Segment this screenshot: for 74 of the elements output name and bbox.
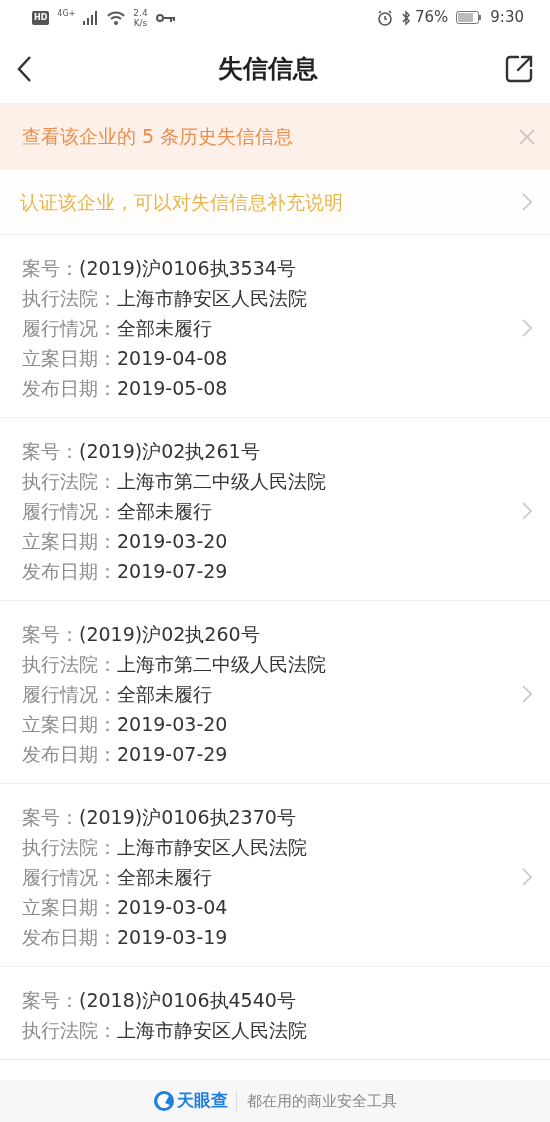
field-value: (2019)沪02执260号 [79, 623, 260, 645]
page-title: 失信信息 [218, 53, 318, 86]
chevron-right-icon [522, 193, 532, 211]
field-value: 2019-03-20 [117, 713, 228, 735]
time-label: 9:30 [490, 7, 524, 29]
field-label: 案号： [22, 440, 79, 462]
field-label: 执行法院： [22, 836, 117, 858]
chevron-right-icon [522, 868, 532, 886]
logo-icon [153, 1090, 175, 1112]
brand-name: 天眼查 [177, 1089, 228, 1113]
record-item[interactable]: 案号：(2019)沪0106执3534号 执行法院：上海市静安区人民法院 履行情况：全部未履行 立案日期：2019-04-08 发布日期：2019-05-08 [0, 235, 550, 418]
battery-icon [456, 11, 483, 24]
field-value: 全部未履行 [117, 683, 212, 705]
field-value: 2019-04-08 [117, 347, 228, 369]
field-value: (2019)沪02执261号 [79, 440, 260, 462]
field-label: 案号： [22, 806, 79, 828]
field-label: 履行情况： [22, 683, 117, 705]
chevron-right-icon [522, 685, 532, 703]
field-label: 发布日期： [22, 377, 117, 399]
field-value: 2019-05-08 [117, 377, 228, 399]
field-label: 履行情况： [22, 317, 117, 339]
field-value: 全部未履行 [117, 500, 212, 522]
field-label: 发布日期： [22, 926, 117, 948]
speed-unit: K/s [133, 17, 148, 28]
speed-value: 2.4 [133, 7, 148, 18]
field-label: 发布日期： [22, 560, 117, 582]
back-button[interactable] [16, 55, 32, 83]
network-label: 4G+ [57, 8, 76, 20]
field-label: 发布日期： [22, 743, 117, 765]
record-item[interactable]: 案号：(2018)沪0106执4540号 执行法院：上海市静安区人民法院 [0, 967, 550, 1060]
field-value: 上海市静安区人民法院 [117, 836, 307, 858]
field-label: 执行法院： [22, 653, 117, 675]
field-value: 2019-03-19 [117, 926, 228, 948]
field-label: 立案日期： [22, 347, 117, 369]
field-value: (2018)沪0106执4540号 [79, 989, 296, 1011]
alarm-icon [376, 9, 393, 26]
share-button[interactable] [504, 54, 534, 84]
notice-text: 查看该企业的 5 条历史失信信息 [22, 124, 294, 150]
prompt-text: 认证该企业，可以对失信信息补充说明 [20, 189, 343, 215]
field-label: 执行法院： [22, 1019, 117, 1041]
field-label: 立案日期： [22, 896, 117, 918]
battery-percent: 76% [414, 7, 449, 29]
field-value: 2019-03-04 [117, 896, 228, 918]
field-value: 2019-07-29 [117, 743, 228, 765]
field-label: 案号： [22, 989, 79, 1011]
field-value: 全部未履行 [117, 866, 212, 888]
field-value: 上海市静安区人民法院 [117, 1019, 307, 1041]
field-value: 2019-03-20 [117, 530, 228, 552]
field-label: 履行情况： [22, 500, 117, 522]
field-value: 上海市静安区人民法院 [117, 287, 307, 309]
key-icon [155, 12, 176, 23]
bluetooth-icon [400, 9, 411, 26]
record-item[interactable]: 案号：(2019)沪02执260号 执行法院：上海市第二中级人民法院 履行情况：全部未履行 立案日期：2019-03-20 发布日期：2019-07-29 [0, 601, 550, 784]
field-label: 执行法院： [22, 470, 117, 492]
field-value: 上海市第二中级人民法院 [117, 470, 326, 492]
record-item[interactable]: 案号：(2019)沪0106执2370号 执行法院：上海市静安区人民法院 履行情况：全部未履行 立案日期：2019-03-04 发布日期：2019-03-19 [0, 784, 550, 967]
hd-badge: HD [32, 10, 50, 25]
field-label: 执行法院： [22, 287, 117, 309]
field-value: (2019)沪0106执3534号 [79, 257, 296, 279]
field-value: 上海市第二中级人民法院 [117, 653, 326, 675]
signal-icon [83, 10, 100, 25]
wifi-icon [107, 10, 126, 25]
field-label: 立案日期： [22, 713, 117, 735]
field-label: 案号： [22, 257, 79, 279]
footer-slogan: 都在用的商业安全工具 [236, 1089, 397, 1113]
field-label: 立案日期： [22, 530, 117, 552]
field-label: 履行情况： [22, 866, 117, 888]
chevron-right-icon [522, 502, 532, 520]
field-value: 2019-07-29 [117, 560, 228, 582]
field-value: 全部未履行 [117, 317, 212, 339]
field-label: 案号： [22, 623, 79, 645]
field-value: (2019)沪0106执2370号 [79, 806, 296, 828]
record-item[interactable]: 案号：(2019)沪02执261号 执行法院：上海市第二中级人民法院 履行情况：全部未履行 立案日期：2019-03-20 发布日期：2019-07-29 [0, 418, 550, 601]
chevron-right-icon [522, 319, 532, 337]
